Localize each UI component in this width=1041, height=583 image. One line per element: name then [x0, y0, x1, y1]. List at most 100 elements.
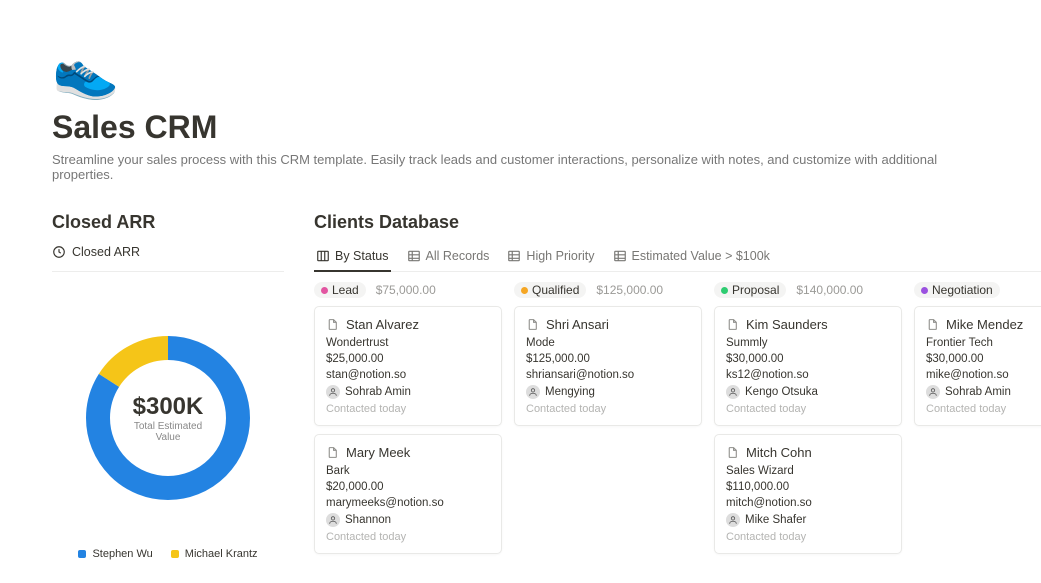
tab-by-status[interactable]: By Status	[314, 245, 391, 271]
column-header: Lead $75,000.00	[314, 282, 502, 298]
document-icon	[326, 318, 339, 331]
status-label: Negotiation	[932, 283, 993, 297]
owner-name: Sohrab Amin	[945, 386, 1011, 398]
status-label: Proposal	[732, 283, 779, 297]
client-value: $110,000.00	[726, 481, 890, 493]
closed-arr-link[interactable]: Closed ARR	[52, 245, 140, 267]
status-pill[interactable]: Qualified	[514, 282, 586, 298]
column-proposal: Proposal $140,000.00 Kim Saunders Summly $30…	[714, 282, 902, 562]
client-email: mitch@notion.so	[726, 497, 890, 509]
client-company: Summly	[726, 337, 890, 349]
legend-dot	[171, 550, 179, 558]
column-sum: $140,000.00	[796, 283, 863, 297]
status-label: Lead	[332, 283, 359, 297]
closed-arr-title: Closed ARR	[52, 212, 284, 233]
tab-estimated-value-100k[interactable]: Estimated Value > $100k	[611, 245, 772, 271]
client-owner: Kengo Otsuka	[726, 385, 890, 399]
legend-item: Stephen Wu	[78, 548, 152, 560]
client-owner: Mike Shafer	[726, 513, 890, 527]
page-subtitle: Streamline your sales process with this …	[52, 152, 992, 182]
client-value: $30,000.00	[726, 353, 890, 365]
status-dot	[721, 287, 728, 294]
client-card[interactable]: Mike MendezFrontier Tech$30,000.00mike@n…	[914, 306, 1041, 426]
status-pill[interactable]: Lead	[314, 282, 366, 298]
contacted-label: Contacted today	[726, 531, 890, 543]
client-email: shriansari@notion.so	[526, 369, 690, 381]
contacted-label: Contacted today	[326, 403, 490, 415]
client-card[interactable]: Stan Alvarez Wondertrust $25,000.00 stan@no…	[314, 306, 502, 426]
chart-legend: Stephen Wu Michael Krantz	[78, 548, 257, 560]
legend-item: Michael Krantz	[171, 548, 258, 560]
contacted-label: Contacted today	[326, 531, 490, 543]
page-title: Sales CRM	[52, 109, 1041, 146]
column-qualified: Qualified$125,000.00Shri AnsariMode$125,…	[514, 282, 702, 562]
owner-name: Sohrab Amin	[345, 386, 411, 398]
legend-dot	[78, 550, 86, 558]
contacted-label: Contacted today	[926, 403, 1041, 415]
board: Lead $75,000.00 Stan Alvarez Wondertrust $25…	[314, 282, 1041, 562]
legend-label: Stephen Wu	[92, 548, 152, 560]
client-card[interactable]: Mitch Cohn Sales Wizard $110,000.00 mitch@n…	[714, 434, 902, 554]
document-icon	[526, 318, 539, 331]
column-header: Qualified$125,000.00	[514, 282, 702, 298]
tab-high-priority[interactable]: High Priority	[505, 245, 596, 271]
donut-chart: $300K Total Estimated Value	[78, 328, 258, 508]
tab-label: All Records	[426, 249, 490, 263]
card-title: Shri Ansari	[526, 317, 690, 332]
avatar	[326, 385, 340, 399]
status-pill[interactable]: Proposal	[714, 282, 786, 298]
client-email: stan@notion.so	[326, 369, 490, 381]
closed-arr-link-label: Closed ARR	[72, 245, 140, 259]
status-dot	[521, 287, 528, 294]
divider	[52, 271, 284, 272]
owner-name: Shannon	[345, 514, 391, 526]
client-name: Stan Alvarez	[346, 317, 419, 332]
client-card[interactable]: Kim SaundersSummly$30,000.00ks12@notion.…	[714, 306, 902, 426]
client-value: $125,000.00	[526, 353, 690, 365]
column-negotiation: Negotiation Mike MendezFrontier Tech$30,0…	[914, 282, 1041, 562]
card-title: Stan Alvarez	[326, 317, 490, 332]
client-owner: Sohrab Amin	[926, 385, 1041, 399]
client-value: $20,000.00	[326, 481, 490, 493]
card-title: Kim Saunders	[726, 317, 890, 332]
tab-all-records[interactable]: All Records	[405, 245, 492, 271]
avatar	[326, 513, 340, 527]
client-value: $30,000.00	[926, 353, 1041, 365]
client-email: marymeeks@notion.so	[326, 497, 490, 509]
donut-total-label: Total Estimated Value	[123, 421, 213, 443]
column-lead: Lead $75,000.00 Stan Alvarez Wondertrust $25…	[314, 282, 502, 562]
tab-label: Estimated Value > $100k	[632, 249, 770, 263]
owner-name: Mengying	[545, 386, 595, 398]
clients-title: Clients Database	[314, 212, 1041, 233]
view-tabs: By Status All Records High Priority Estimat…	[314, 245, 1041, 272]
client-company: Wondertrust	[326, 337, 490, 349]
avatar	[926, 385, 940, 399]
client-value: $25,000.00	[326, 353, 490, 365]
client-company: Sales Wizard	[726, 465, 890, 477]
client-card[interactable]: Mary Meek Bark $20,000.00 marymeeks@notion.…	[314, 434, 502, 554]
column-header: Proposal $140,000.00	[714, 282, 902, 298]
client-owner: Mengying	[526, 385, 690, 399]
client-card[interactable]: Shri AnsariMode$125,000.00shriansari@not…	[514, 306, 702, 426]
client-name: Shri Ansari	[546, 317, 609, 332]
owner-name: Kengo Otsuka	[745, 386, 818, 398]
status-dot	[921, 287, 928, 294]
client-name: Mitch Cohn	[746, 445, 812, 460]
column-header: Negotiation	[914, 282, 1041, 298]
contacted-label: Contacted today	[526, 403, 690, 415]
avatar	[526, 385, 540, 399]
table-icon	[507, 249, 521, 263]
client-email: mike@notion.so	[926, 369, 1041, 381]
legend-label: Michael Krantz	[185, 548, 258, 560]
card-title: Mary Meek	[326, 445, 490, 460]
table-icon	[407, 249, 421, 263]
clock-icon	[52, 245, 66, 259]
client-company: Bark	[326, 465, 490, 477]
card-title: Mike Mendez	[926, 317, 1041, 332]
column-sum: $75,000.00	[376, 283, 436, 297]
status-pill[interactable]: Negotiation	[914, 282, 1000, 298]
client-name: Kim Saunders	[746, 317, 828, 332]
status-dot	[321, 287, 328, 294]
client-owner: Sohrab Amin	[326, 385, 490, 399]
avatar	[726, 385, 740, 399]
